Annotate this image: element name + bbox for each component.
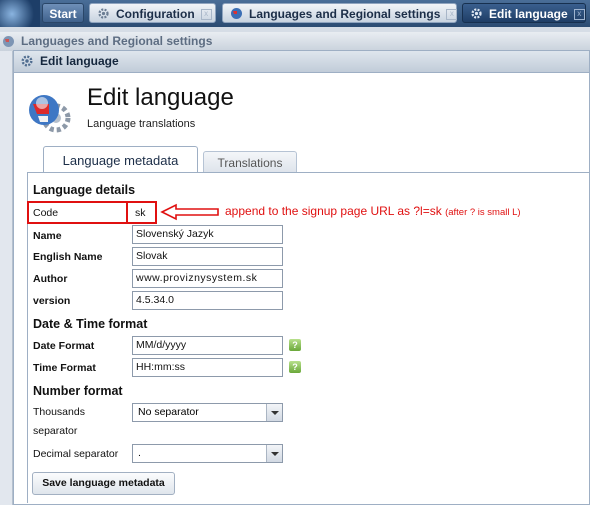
close-icon[interactable]: x bbox=[573, 9, 585, 21]
page-title: Edit language bbox=[87, 84, 234, 111]
thousands-separator-label-line2: separator bbox=[33, 425, 78, 437]
annotation-arrow-icon bbox=[160, 203, 219, 221]
taskbar-tab-label: Configuration bbox=[116, 7, 195, 21]
date-format-label: Date Format bbox=[33, 340, 95, 352]
gear-icon bbox=[471, 8, 482, 19]
close-icon[interactable]: x bbox=[446, 9, 458, 21]
code-highlight-box bbox=[27, 201, 157, 224]
decimal-separator-select[interactable]: . bbox=[132, 444, 283, 463]
gear-icon bbox=[98, 8, 109, 19]
select-value: No separator bbox=[138, 406, 199, 418]
date-format-input[interactable]: MM/d/yyyy bbox=[132, 336, 283, 355]
taskbar-tab-languages[interactable]: Languages and Regional settings x bbox=[222, 3, 458, 23]
section-language-details: Language details bbox=[33, 183, 136, 197]
taskbar-tab-label: Languages and Regional settings bbox=[249, 7, 441, 21]
language-settings-icon bbox=[29, 95, 71, 133]
english-name-input[interactable]: Slovak bbox=[132, 247, 283, 266]
window-edge bbox=[0, 51, 13, 505]
help-icon[interactable]: ? bbox=[289, 339, 301, 351]
chevron-down-icon[interactable] bbox=[266, 404, 282, 421]
save-language-metadata-button[interactable]: Save language metadata bbox=[32, 472, 175, 495]
name-input[interactable]: Slovenský Jazyk bbox=[132, 225, 283, 244]
gear-icon bbox=[21, 55, 33, 67]
window-title: Languages and Regional settings bbox=[21, 34, 213, 48]
taskbar-tab-configuration[interactable]: Configuration x bbox=[89, 3, 216, 23]
version-label: version bbox=[33, 295, 71, 307]
tab-translations[interactable]: Translations bbox=[203, 151, 297, 173]
chevron-down-icon[interactable] bbox=[266, 445, 282, 462]
section-number-format: Number format bbox=[33, 384, 123, 398]
close-icon[interactable]: x bbox=[200, 9, 212, 21]
annotation-small-text: (after ? is small L) bbox=[445, 207, 521, 218]
tab-language-metadata[interactable]: Language metadata bbox=[43, 146, 198, 173]
start-button[interactable]: Start bbox=[42, 3, 84, 23]
app-logo-icon[interactable] bbox=[0, 0, 40, 27]
window-titlebar[interactable]: Edit language bbox=[14, 51, 589, 73]
annotation-note: append to the signup page URL as ?l=sk (… bbox=[225, 204, 521, 218]
highlight-divider bbox=[126, 203, 128, 222]
taskbar-tab-label: Edit language bbox=[489, 7, 568, 21]
annotation-text: append to the signup page URL as ?l=sk bbox=[225, 204, 442, 218]
page-subtitle: Language translations bbox=[87, 118, 196, 130]
time-format-label: Time Format bbox=[33, 362, 96, 374]
thousands-separator-label: Thousands bbox=[33, 406, 85, 418]
help-icon[interactable]: ? bbox=[289, 361, 301, 373]
window-title: Edit language bbox=[40, 54, 119, 68]
taskbar: Start Configuration x Languages and Regio… bbox=[0, 0, 590, 27]
decimal-separator-label: Decimal separator bbox=[33, 448, 119, 460]
author-input[interactable]: www.proviznysystem.sk bbox=[132, 269, 283, 288]
globe-icon bbox=[3, 36, 14, 47]
select-value: . bbox=[138, 447, 141, 459]
author-label: Author bbox=[33, 273, 68, 285]
window-titlebar[interactable]: Languages and Regional settings bbox=[0, 32, 590, 51]
section-date-time: Date & Time format bbox=[33, 317, 148, 331]
globe-icon bbox=[231, 8, 242, 19]
taskbar-tab-edit-language[interactable]: Edit language x bbox=[462, 3, 586, 23]
thousands-separator-select[interactable]: No separator bbox=[132, 403, 283, 422]
time-format-input[interactable]: HH:mm:ss bbox=[132, 358, 283, 377]
version-input[interactable]: 4.5.34.0 bbox=[132, 291, 283, 310]
english-name-label: English Name bbox=[33, 251, 103, 263]
name-label: Name bbox=[33, 230, 62, 242]
